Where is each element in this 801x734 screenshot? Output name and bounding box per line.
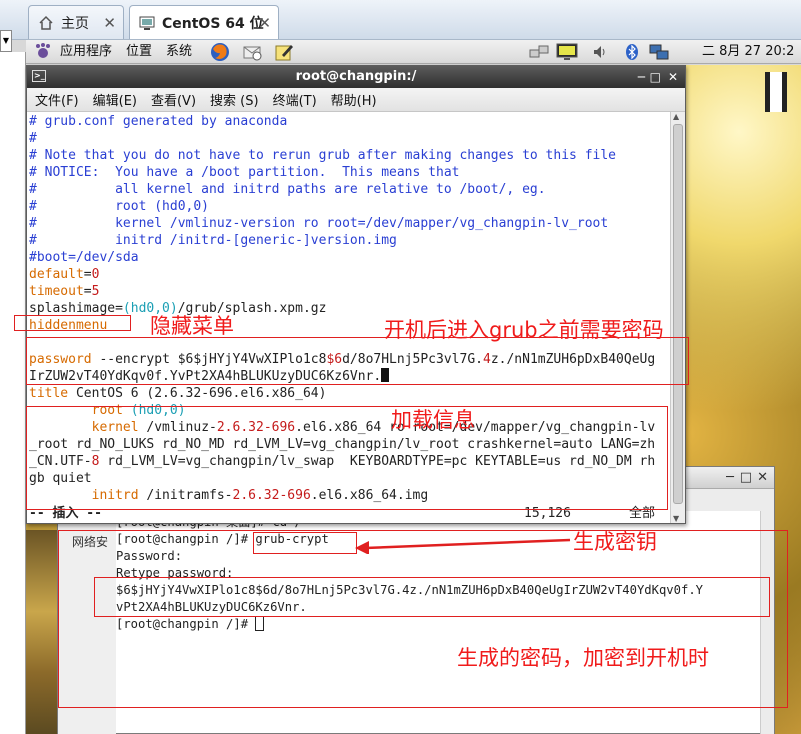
home-icon [37, 14, 55, 32]
menu-view[interactable]: 查看(V) [151, 90, 196, 109]
editor-token: 0 [91, 267, 100, 282]
menu-search[interactable]: 搜索 (S) [210, 90, 259, 109]
volume-icon[interactable] [591, 42, 611, 62]
annotation-generated-password: 生成的密码，加密到开机时 [457, 646, 709, 670]
editor-line: # [29, 130, 671, 147]
menu-places[interactable]: 位置 [126, 43, 152, 61]
firefox-icon[interactable] [210, 42, 230, 62]
editor-token: # [29, 131, 37, 146]
editor-line: # NOTICE: You have a /boot partition. Th… [29, 164, 671, 181]
editor-token: = [83, 267, 92, 282]
editor-line: # grub.conf generated by anaconda [29, 113, 671, 130]
vm-icon [138, 14, 156, 32]
editor-line: # root (hd0,0) [29, 198, 671, 215]
scroll-up-icon[interactable]: ▲ [673, 112, 679, 121]
terminal-icon: >_ [32, 70, 46, 82]
terminal-title: root@changpin:/ [295, 69, 417, 84]
editor-token: CentOS 6 (2.6.32-696.el6.x86_64) [68, 386, 327, 401]
editor-line: title CentOS 6 (2.6.32-696.el6.x86_64) [29, 385, 671, 402]
editor-token: title [29, 386, 69, 401]
editor-token: # initrd /initrd-[generic-]version.img [29, 233, 397, 248]
menu-help[interactable]: 帮助(H) [331, 90, 377, 109]
terminal-titlebar[interactable]: >_ root@changpin:/ ─ □ ✕ [27, 66, 685, 88]
editor-line: # kernel /vmlinuz-version ro root=/dev/m… [29, 215, 671, 232]
left-sidebar [0, 52, 26, 734]
network-manager-icon[interactable] [648, 42, 669, 62]
annotation-password-before-grub: 开机后进入grub之前需要密码 [384, 318, 664, 342]
annotation-hidden-menu: 隐藏菜单 [150, 314, 234, 338]
clock[interactable]: 二 8月 27 20:2 [702, 43, 794, 61]
editor-token: # Note that you do not have to rerun gru… [29, 148, 616, 163]
menu-edit[interactable]: 编辑(E) [93, 90, 137, 109]
editor-token: # all kernel and initrd paths are relati… [29, 182, 546, 197]
editor-line: timeout=5 [29, 283, 671, 300]
tab-centos-label: CentOS 64 位 [162, 15, 264, 32]
editor-token: timeout [29, 284, 84, 299]
gnome-foot-icon [34, 42, 54, 62]
annotation-box-password [26, 337, 689, 385]
editor-line: # Note that you do not have to rerun gru… [29, 147, 671, 164]
scroll-down-icon[interactable]: ▼ [673, 514, 679, 523]
editor-line: # all kernel and initrd paths are relati… [29, 181, 671, 198]
close-icon[interactable]: ✕ [258, 14, 271, 32]
tab-home-label: 主页 [61, 15, 89, 32]
tab-centos[interactable]: CentOS 64 位 ✕ [129, 5, 279, 39]
tab-home[interactable]: 主页 ✕ [28, 5, 124, 39]
vm-tab-bar: 主页 ✕ CentOS 64 位 ✕ [0, 0, 801, 40]
editor-icon[interactable] [274, 42, 294, 62]
top-panel: 应用程序 位置 系统 二 8月 27 20:2 [26, 40, 801, 64]
editor-token: splashimage= [29, 301, 123, 316]
close-icon[interactable]: ✕ [757, 470, 768, 485]
editor-token: # grub.conf generated by anaconda [29, 114, 288, 129]
close-icon[interactable]: ✕ [103, 14, 116, 32]
bluetooth-icon[interactable] [622, 42, 642, 62]
editor-token: # NOTICE: You have a /boot partition. Th… [29, 165, 460, 180]
editor-token: #boot=/dev/sda [29, 250, 139, 265]
annotation-box-terminal-output [58, 530, 788, 708]
dropdown-icon[interactable]: ▼ [0, 30, 12, 52]
annotation-load-info: 加载信息 [391, 408, 475, 432]
network-icon[interactable] [528, 42, 549, 62]
annotation-box-hiddenmenu [14, 315, 131, 331]
minimize-icon[interactable]: ─ [726, 470, 734, 485]
editor-line: #boot=/dev/sda [29, 249, 671, 266]
editor-token: 5 [91, 284, 100, 299]
menu-terminal[interactable]: 终端(T) [273, 90, 317, 109]
menu-applications[interactable]: 应用程序 [60, 43, 112, 61]
monitor-icon[interactable] [556, 42, 578, 62]
menu-file[interactable]: 文件(F) [35, 90, 79, 109]
editor-token: # kernel /vmlinuz-version ro root=/dev/m… [29, 216, 609, 231]
editor-line: default=0 [29, 266, 671, 283]
close-icon[interactable]: ✕ [668, 66, 678, 88]
scrollbar[interactable]: ▲ ▼ [670, 112, 685, 523]
menu-system[interactable]: 系统 [166, 43, 192, 61]
maximize-icon[interactable]: □ [740, 470, 752, 485]
editor-token: default [29, 267, 84, 282]
editor-line: # initrd /initrd-[generic-]version.img [29, 232, 671, 249]
minimize-icon[interactable]: ─ [638, 66, 645, 88]
terminal-menubar: 文件(F) 编辑(E) 查看(V) 搜索 (S) 终端(T) 帮助(H) [27, 88, 685, 112]
annotation-box-load-info [26, 406, 668, 510]
wallpaper-decoration [765, 72, 787, 112]
editor-token: = [83, 284, 92, 299]
scrollbar-thumb[interactable] [673, 124, 683, 504]
editor-token: # root (hd0,0) [29, 199, 210, 214]
maximize-icon[interactable]: □ [650, 66, 661, 88]
mail-icon[interactable] [242, 42, 262, 62]
